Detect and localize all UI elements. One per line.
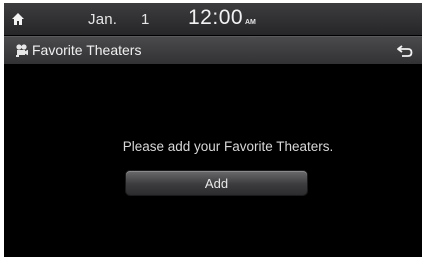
page-title: Favorite Theaters [32, 42, 142, 58]
back-arrow-icon [397, 44, 413, 57]
home-icon [12, 13, 24, 25]
theater-icon [16, 44, 28, 57]
add-button[interactable]: Add [126, 171, 307, 195]
home-button[interactable] [4, 3, 32, 35]
clock-time: 12:00 [188, 6, 244, 29]
title-bar: Favorite Theaters [4, 36, 422, 64]
clock-ampm: AM [245, 19, 256, 26]
date-day: 1 [141, 11, 150, 28]
screen: Jan. 1 12:00 AM Favorite Theaters Please… [4, 3, 422, 257]
status-bar: Jan. 1 12:00 AM [4, 3, 422, 35]
empty-message: Please add your Favorite Theaters. [122, 139, 334, 154]
date-month: Jan. [88, 11, 118, 28]
back-button[interactable] [396, 42, 414, 59]
add-button-label: Add [204, 175, 229, 191]
